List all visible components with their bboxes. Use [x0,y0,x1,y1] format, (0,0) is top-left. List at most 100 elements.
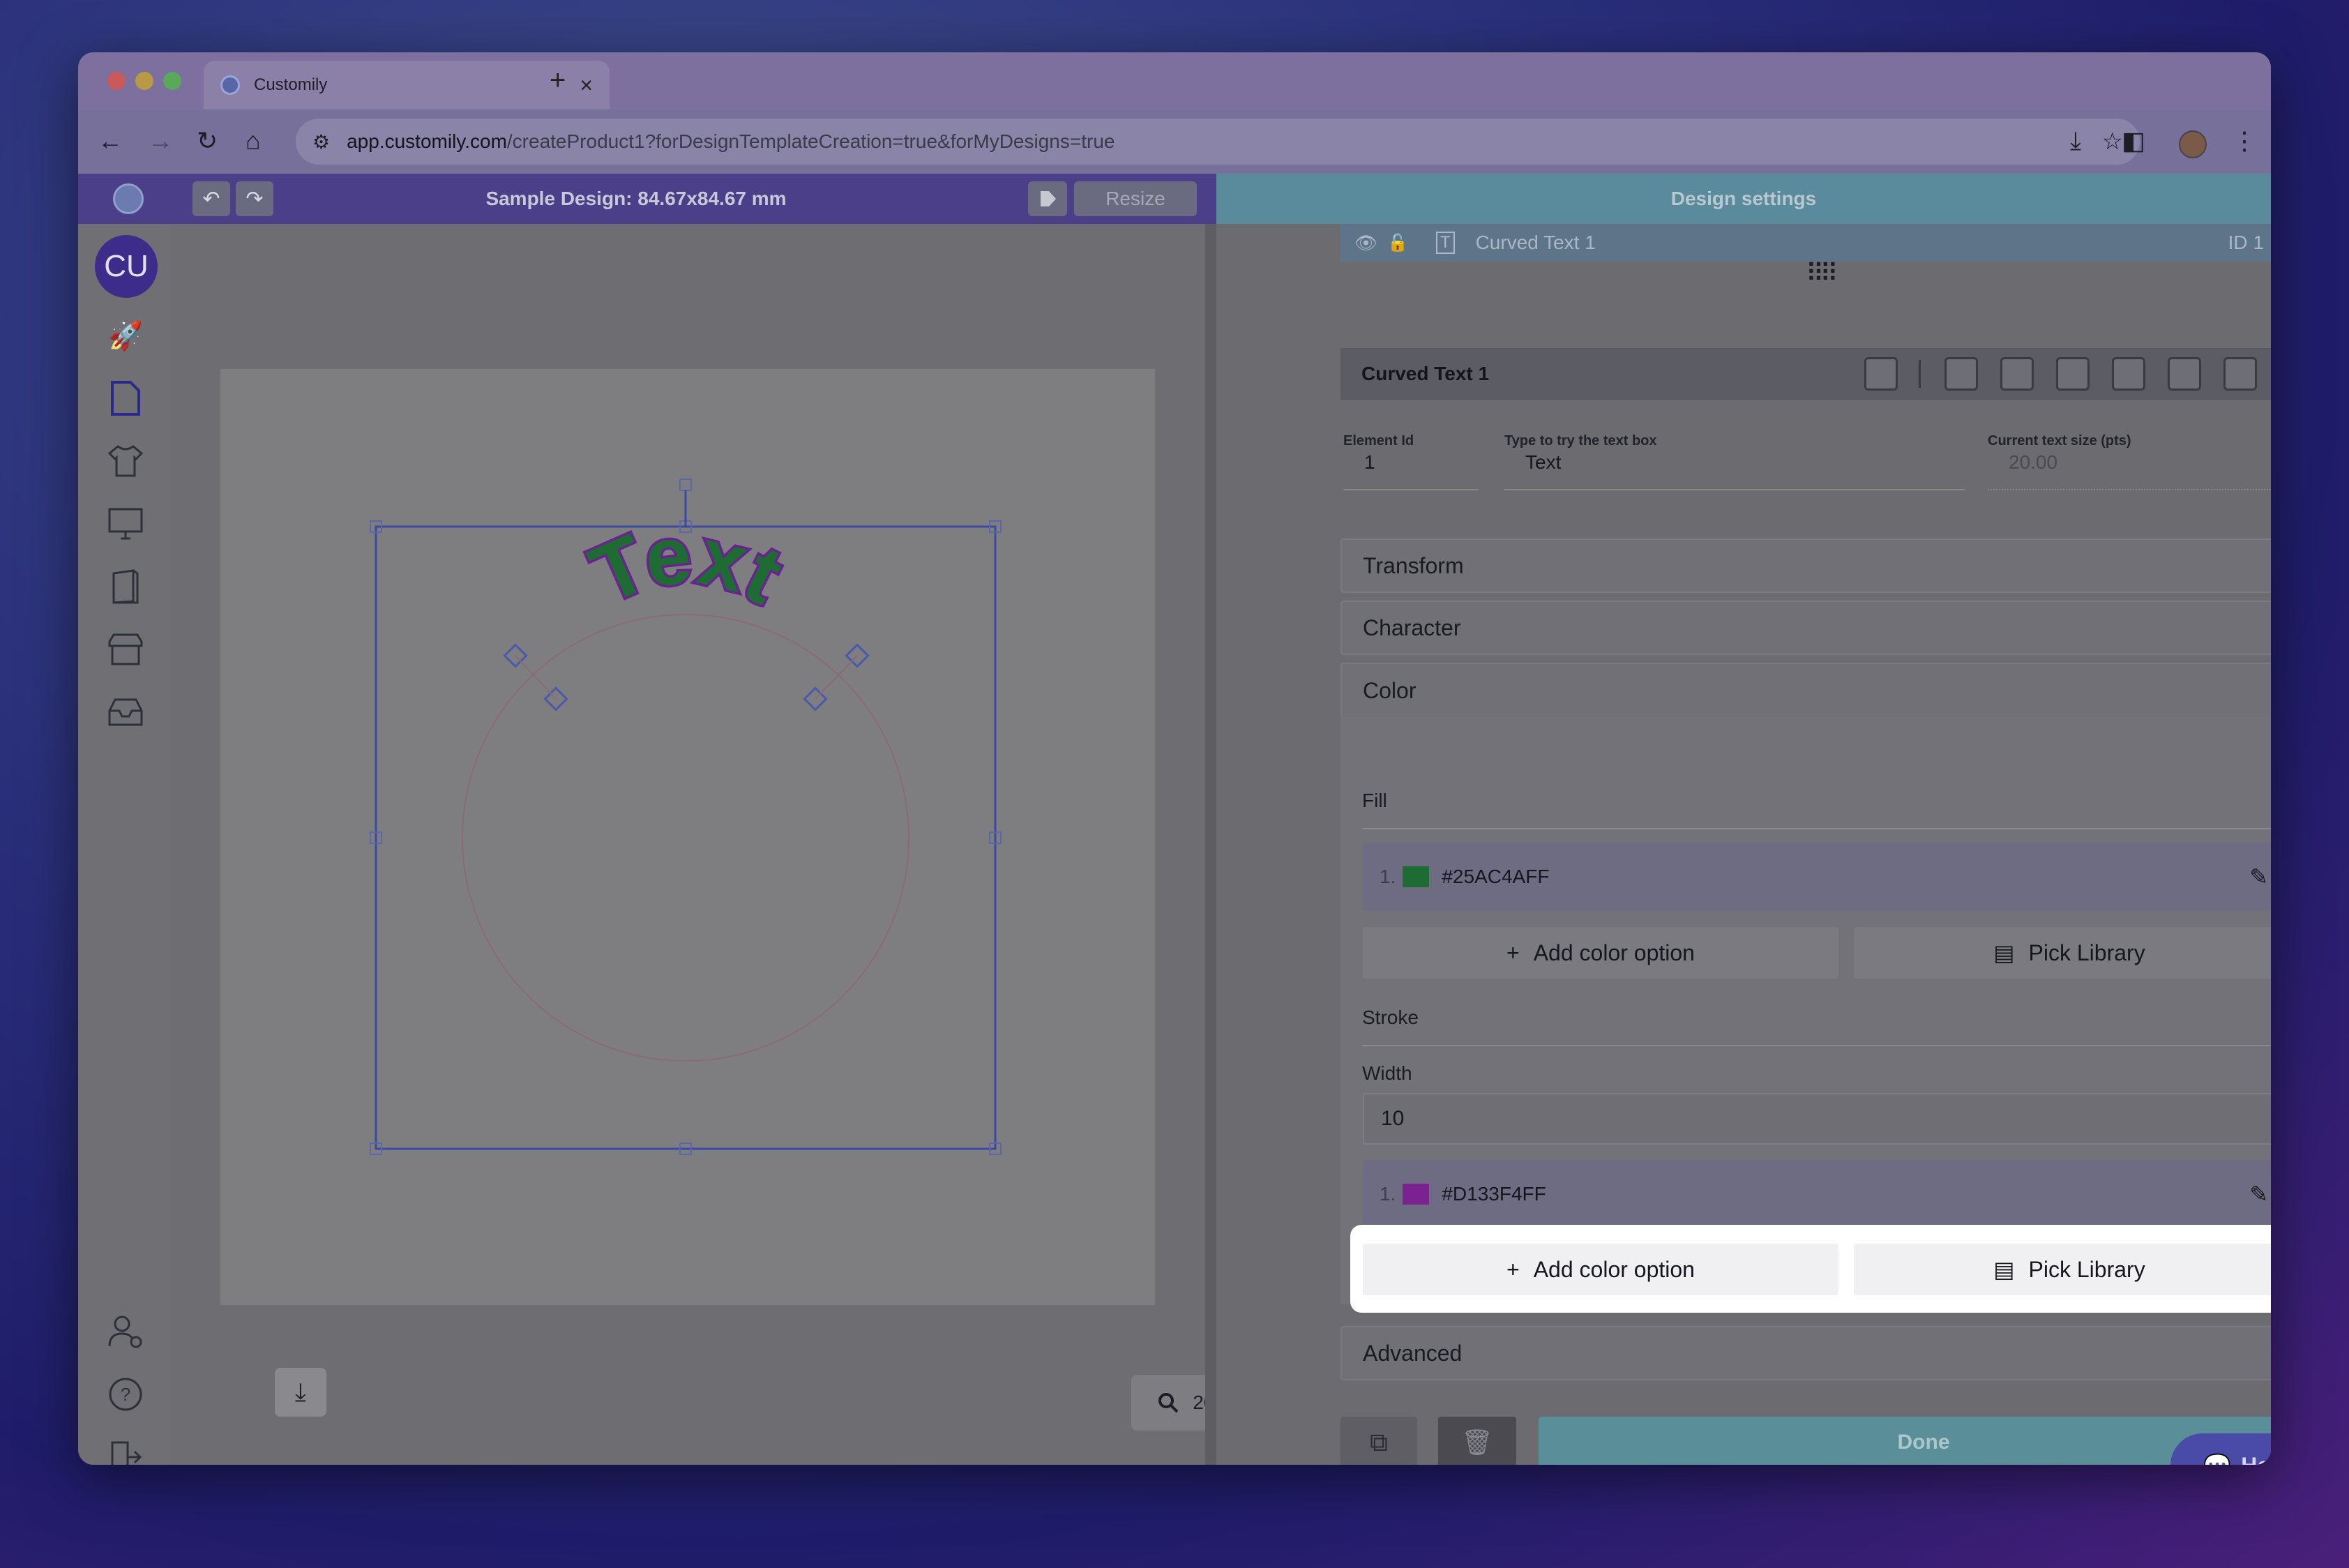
design-title: Sample Design: 84.67x84.67 mm [485,188,787,209]
panel-divider[interactable] [1205,224,1216,1465]
display-icon[interactable] [106,504,145,543]
layer-id: ID 1 [2228,232,2264,253]
layer-row[interactable]: 👁 🔓 T Curved Text 1 ID 1 [1340,224,2271,262]
close-window-button[interactable] [107,72,126,90]
settings-topbar: Design settings [1216,174,2271,224]
plus-icon: + [1506,940,1520,965]
eye-icon[interactable]: 👁 [1354,232,1377,254]
transform-section[interactable]: Transform [1340,538,2271,593]
stroke-label: Stroke [1362,1007,1419,1028]
fit-icon[interactable] [1864,357,1898,391]
layer-name: Curved Text 1 [1475,232,1596,253]
fill-add-color-button[interactable]: + Add color option [1363,927,1838,979]
fill-label: Fill [1362,790,1387,811]
rocket-icon[interactable]: 🚀 [106,316,145,355]
unlock-icon[interactable]: 🔓 [1387,233,1408,253]
resize-button[interactable]: Resize [1074,181,1197,216]
element-header: Curved Text 1 [1340,348,2271,400]
profile-avatar[interactable] [2179,130,2207,158]
download-icon[interactable]: ⤓ [2070,126,2081,156]
new-tab-button[interactable]: + [550,65,566,96]
canvas-text: Text [578,508,796,622]
stroke-color-hex: #D133F4FF [1442,1183,1546,1205]
element-id-label: Element Id [1343,433,1414,448]
store-icon[interactable] [106,630,145,669]
library-icon: ▤ [1993,940,2015,965]
customily-favicon-icon [220,75,240,95]
redo-button[interactable]: ↷ [236,181,273,216]
tshirt-icon[interactable] [106,442,145,481]
color-section[interactable]: Color [1340,663,2271,717]
delete-button[interactable]: 🗑 [1438,1417,1516,1465]
help-circle-icon[interactable]: ? [106,1375,145,1414]
home-icon[interactable]: ⌂ [246,126,261,156]
canvas-download-button[interactable]: ⤓ [275,1368,326,1417]
maximize-window-button[interactable] [163,72,181,90]
duplicate-button[interactable]: ⧉ [1340,1417,1417,1465]
minimize-window-button[interactable] [135,72,153,90]
document-icon[interactable] [106,379,145,418]
align-middle-icon[interactable] [2000,357,2034,391]
help-button[interactable]: 💬 Help [2170,1433,2271,1465]
reload-icon[interactable]: ↻ [197,126,218,156]
tag-icon [1041,191,1056,206]
fill-option-number: 1. [1380,866,1396,887]
text-layer-icon: T [1435,232,1455,254]
curved-text-element[interactable]: Text [220,369,1155,1305]
edit-pencil-icon[interactable]: ✎ [2249,1181,2268,1207]
side-panel-icon[interactable]: ◧ [2122,126,2145,156]
fill-color-hex: #25AC4AFF [1442,866,1550,887]
search-icon [1158,1393,1179,1413]
site-settings-icon[interactable]: ⚙ [312,130,330,153]
advanced-section[interactable]: Advanced [1340,1326,2271,1380]
element-title: Curved Text 1 [1361,363,1490,384]
address-bar[interactable]: ⚙ app.customily.com/createProduct1?forDe… [296,119,2140,165]
editor-topbar: ↶ ↷ Sample Design: 84.67x84.67 mm Resize [78,174,1216,224]
library-icon: ▤ [1993,1257,2015,1282]
user-settings-icon[interactable] [106,1312,145,1351]
settings-title: Design settings [1670,188,1817,209]
bookmark-star-icon[interactable]: ☆ [2102,128,2123,156]
width-label: Width [1362,1062,1412,1084]
align-right-icon[interactable] [2223,357,2257,391]
drag-handle-icon[interactable]: ⠿⠿ [1806,259,1838,288]
align-left-icon[interactable] [2112,357,2145,391]
edit-pencil-icon[interactable]: ✎ [2249,864,2268,890]
text-try-input[interactable]: Text [1504,451,1965,490]
book-icon[interactable] [106,567,145,606]
toolbar-separator [1919,360,1921,388]
menu-icon[interactable]: ⋮ [2232,126,2257,156]
fill-pick-library-button[interactable]: ▤ Pick Library [1854,927,2271,979]
fill-color-swatch[interactable] [1403,866,1430,887]
tab-strip: Customily × + [78,52,2271,110]
stroke-width-input[interactable]: 10 [1363,1093,2271,1145]
done-button[interactable]: Done [1539,1417,2271,1465]
character-section[interactable]: Character [1340,601,2271,655]
stroke-pick-library-button[interactable]: ▤ Pick Library [1854,1244,2271,1295]
customily-logo-icon[interactable] [113,183,144,214]
browser-tab[interactable]: Customily × [204,61,610,110]
fill-color-option[interactable]: 1. #25AC4AFF ✎ [1363,843,2271,911]
undo-button[interactable]: ↶ [192,181,230,216]
align-top-icon[interactable] [1944,357,1978,391]
plus-icon: + [1506,1256,1520,1282]
browser-window: Customily × + ← → ↻ ⌂ ⚙ app.customily.co… [78,52,2271,1465]
user-avatar[interactable]: CU [95,235,158,298]
forward-icon[interactable]: → [148,126,173,156]
logout-icon[interactable] [106,1438,145,1465]
close-tab-icon[interactable]: × [580,73,593,98]
fill-divider [1362,828,2271,829]
stroke-color-swatch[interactable] [1403,1184,1430,1205]
artboard[interactable]: Text [220,369,1155,1305]
text-size-label: Current text size (pts) [1988,433,2131,448]
inbox-icon[interactable] [106,693,145,732]
stroke-color-option[interactable]: 1. #D133F4FF ✎ [1363,1160,2271,1228]
element-id-input[interactable]: 1 [1343,451,1479,490]
tag-button[interactable] [1028,181,1067,216]
align-center-icon[interactable] [2168,357,2201,391]
text-try-label: Type to try the text box [1504,433,1657,448]
back-icon[interactable]: ← [98,126,123,156]
stroke-add-color-button[interactable]: + Add color option [1363,1244,1838,1295]
align-bottom-icon[interactable] [2056,357,2090,391]
text-size-input: 20.00 [1988,451,2271,490]
